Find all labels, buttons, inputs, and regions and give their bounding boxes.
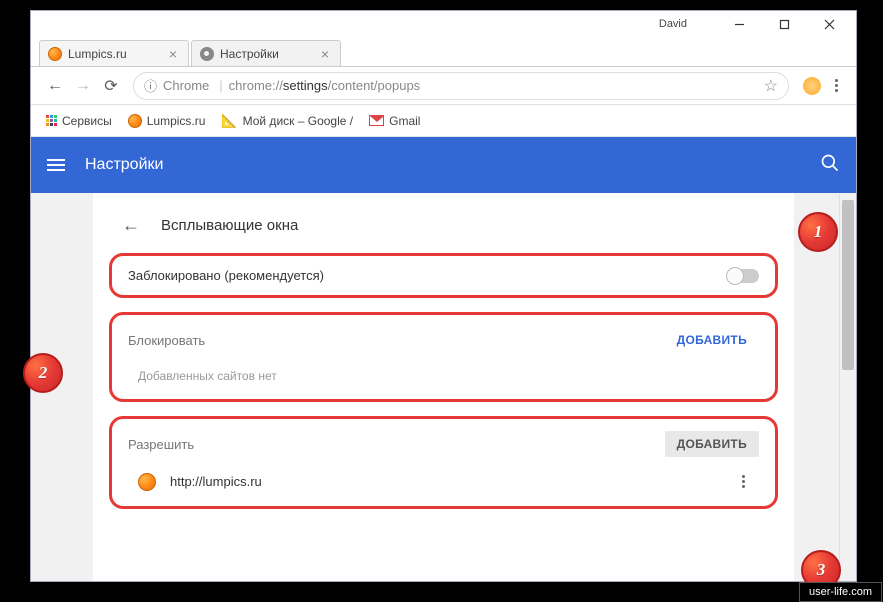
window-titlebar: David	[31, 11, 856, 37]
chrome-window: David Lumpics.ru × Настройки × ← → ⟳ ⓘ C…	[30, 10, 857, 582]
block-empty-text: Добавленных сайтов нет	[128, 353, 759, 387]
bookmark-drive[interactable]: 📐 Мой диск – Google /	[216, 110, 358, 132]
tab-label: Настройки	[220, 47, 279, 61]
hamburger-menu-button[interactable]	[47, 159, 65, 171]
omnibox[interactable]: ⓘ Chrome | chrome://settings/content/pop…	[133, 72, 789, 100]
scrollbar-thumb[interactable]	[842, 200, 854, 370]
tab-close-icon[interactable]: ×	[318, 46, 332, 62]
bookmark-lumpics[interactable]: Lumpics.ru	[123, 111, 211, 131]
annotation-callout-1: 1	[798, 212, 838, 252]
settings-title: Настройки	[85, 156, 163, 174]
allowed-site-row: http://lumpics.ru	[128, 457, 759, 494]
window-maximize-button[interactable]	[762, 11, 807, 37]
block-section-header: Блокировать ДОБАВИТЬ	[128, 327, 759, 353]
window-close-button[interactable]	[807, 11, 852, 37]
settings-header: Настройки	[31, 137, 856, 193]
settings-content: ← Всплывающие окна Заблокировано (рекоме…	[31, 193, 856, 581]
site-url: http://lumpics.ru	[170, 474, 262, 489]
blocked-toggle-row: Заблокировано (рекомендуется)	[128, 268, 759, 283]
window-minimize-button[interactable]	[717, 11, 762, 37]
lock-icon: ⓘ	[144, 76, 157, 95]
lumpics-favicon-icon	[128, 114, 142, 128]
apps-grid-icon	[46, 115, 57, 126]
allow-section-label: Разрешить	[128, 437, 194, 452]
bookmark-gmail[interactable]: Gmail	[364, 111, 425, 131]
secure-label: Chrome	[163, 78, 209, 93]
nav-forward-button[interactable]: →	[69, 72, 97, 100]
bookmark-label: Lumpics.ru	[147, 114, 206, 128]
tab-lumpics[interactable]: Lumpics.ru ×	[39, 40, 189, 66]
bookmark-label: Мой диск – Google /	[243, 114, 354, 128]
gmail-icon	[369, 115, 384, 126]
nav-back-button[interactable]: ←	[41, 72, 69, 100]
chrome-menu-button[interactable]	[827, 79, 846, 92]
url-path: /content/popups	[328, 78, 421, 93]
block-list-section: Блокировать ДОБАВИТЬ Добавленных сайтов …	[109, 312, 778, 402]
tab-strip: Lumpics.ru × Настройки ×	[31, 37, 856, 67]
nav-reload-button[interactable]: ⟳	[97, 72, 125, 100]
url-scheme: chrome://	[229, 78, 283, 93]
back-arrow-button[interactable]: ←	[119, 213, 143, 237]
bookmarks-bar: Сервисы Lumpics.ru 📐 Мой диск – Google /…	[31, 105, 856, 137]
bookmark-label: Gmail	[389, 114, 420, 128]
page-title: Всплывающие окна	[161, 217, 298, 234]
site-more-button[interactable]	[738, 471, 749, 492]
bookmark-apps[interactable]: Сервисы	[41, 111, 117, 131]
profile-avatar[interactable]	[803, 77, 821, 95]
allow-add-button[interactable]: ДОБАВИТЬ	[665, 431, 759, 457]
bookmark-star-icon[interactable]: ☆	[764, 76, 778, 96]
site-favicon-icon	[138, 473, 156, 491]
annotation-callout-2: 2	[23, 353, 63, 393]
lumpics-favicon-icon	[48, 47, 62, 61]
allow-list-section: Разрешить ДОБАВИТЬ http://lumpics.ru	[109, 416, 778, 509]
tab-close-icon[interactable]: ×	[166, 46, 180, 62]
blocked-toggle-switch[interactable]	[727, 269, 759, 283]
gear-favicon-icon	[200, 47, 214, 61]
address-bar: ← → ⟳ ⓘ Chrome | chrome://settings/conte…	[31, 67, 856, 105]
bookmark-label: Сервисы	[62, 114, 112, 128]
google-drive-icon: 📐	[221, 113, 237, 129]
window-user-label: David	[659, 18, 687, 30]
block-add-button[interactable]: ДОБАВИТЬ	[665, 327, 759, 353]
blocked-label: Заблокировано (рекомендуется)	[128, 268, 324, 283]
vertical-scrollbar[interactable]	[839, 194, 856, 581]
url-host: settings	[283, 78, 328, 93]
tab-label: Lumpics.ru	[68, 47, 127, 61]
search-button[interactable]	[820, 153, 840, 178]
allow-section-header: Разрешить ДОБАВИТЬ	[128, 431, 759, 457]
watermark: user-life.com	[799, 582, 882, 602]
page-header: ← Всплывающие окна	[109, 213, 778, 237]
tab-settings[interactable]: Настройки ×	[191, 40, 341, 66]
blocked-toggle-section: Заблокировано (рекомендуется)	[109, 253, 778, 298]
block-section-label: Блокировать	[128, 333, 205, 348]
settings-card: ← Всплывающие окна Заблокировано (рекоме…	[93, 193, 794, 581]
